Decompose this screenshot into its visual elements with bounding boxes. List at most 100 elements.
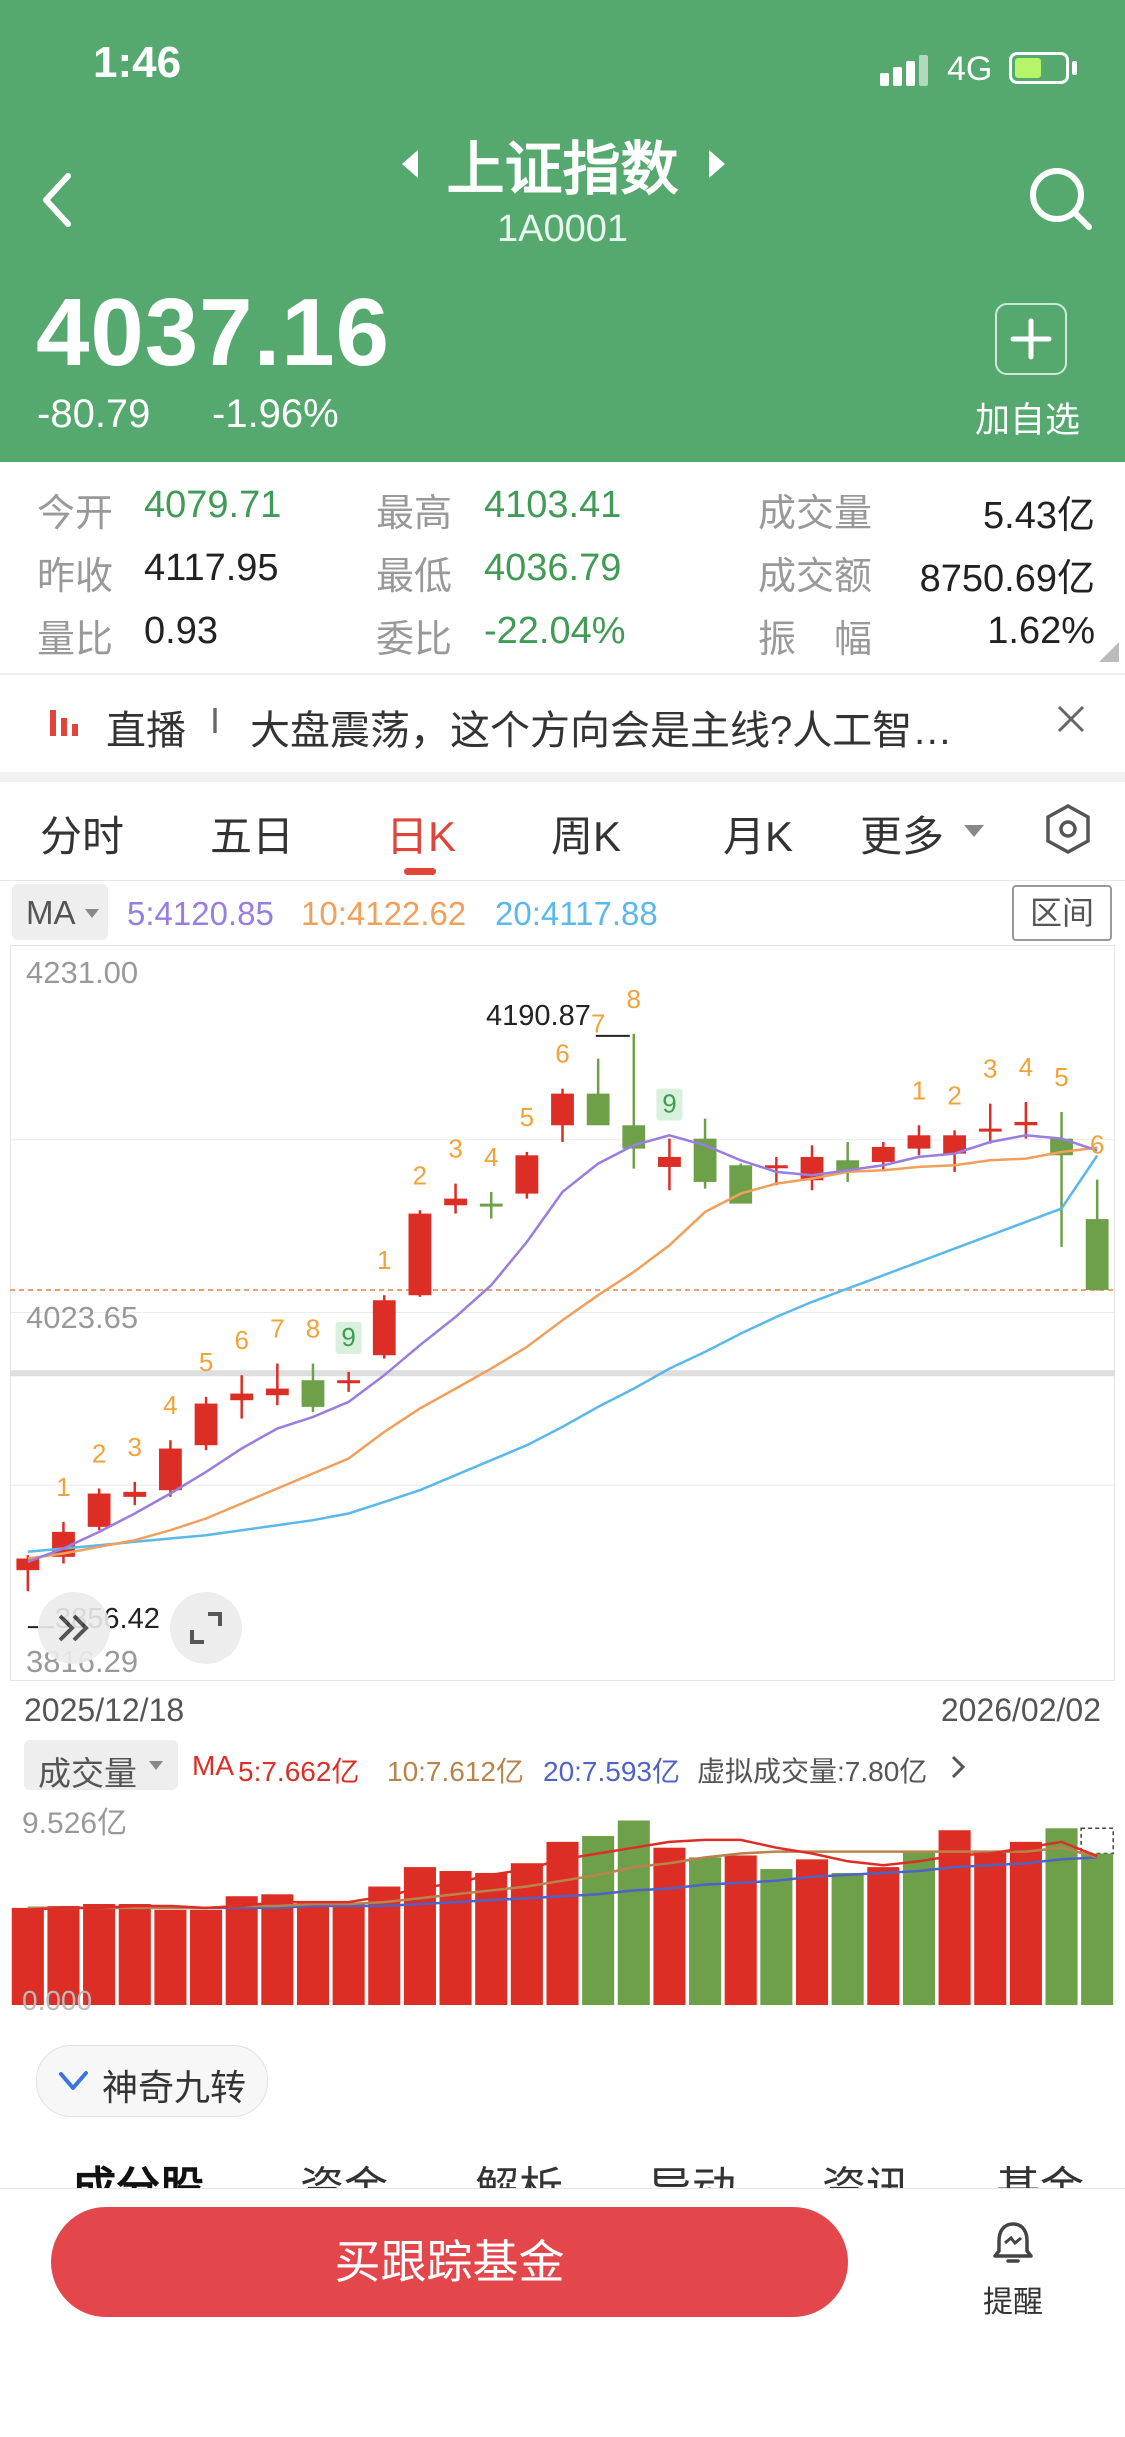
status-time: 1:46 [93,38,182,87]
kline-chart[interactable]: 12 3456 7 8 9123 456789 1 23 4 56 [10,945,1115,1681]
ma10-line [27,1146,1098,1560]
signal-icon-bar [893,67,902,86]
stat-value-amplitude: 1.62% [987,610,1095,652]
volume-bar [1045,1828,1078,2005]
live-banner[interactable]: 直播 I 大盘震荡，这个方向会是主线?人工智… [0,676,1125,770]
volume-bar [154,1909,187,2005]
tab-monthly-k[interactable]: 月K [723,803,793,864]
volume-bar [1009,1841,1042,2005]
add-watchlist-button[interactable] [995,303,1067,375]
magic-nine-button[interactable]: 神奇九转 [36,2045,268,2117]
volume-bar [760,1869,793,2005]
ma5-line [27,1134,1098,1563]
candle-body [764,1165,788,1169]
battery-tip [1072,61,1077,75]
remind-label[interactable]: 提醒 [983,2277,1043,2321]
highlight-band [10,1370,1115,1377]
sub-tab-movement[interactable]: 异动 [648,2152,736,2188]
candle-body [408,1213,432,1296]
sub-tab-fund[interactable]: 基金 [996,2152,1084,2188]
volume-bar [689,1857,722,2005]
tab-weekly-k[interactable]: 周K [551,803,621,864]
stat-label-amount: 成交额 [758,556,873,598]
candle-body [194,1403,218,1446]
volume-bar [296,1902,330,2005]
vol-ma-label: MA [192,1750,234,1781]
x-label-end: 2026/02/02 [940,1692,1101,1728]
signal-icon-bar [906,61,915,86]
plus-icon [1010,318,1052,360]
live-separator: I [210,700,221,741]
candle-body [551,1093,574,1126]
stat-label-prev-close: 昨收 [37,556,114,598]
bell-icon[interactable] [991,2219,1035,2265]
sub-tabs: 成分股 资金 解析 异动 资讯 基金 [0,2140,1125,2188]
nine-turn-mark: 3 [448,1134,462,1164]
stat-value-commit-ratio: -22.04% [484,610,626,652]
range-button[interactable]: 区间 [1012,885,1112,941]
search-icon[interactable] [1027,165,1097,235]
volume-bar [118,1904,151,2005]
expand-corner-icon[interactable] [1097,640,1121,664]
chevron-down-icon [964,825,984,837]
vol-y-top: 9.526亿 [22,1807,128,1840]
candle-body [123,1491,147,1497]
signal-icon-bar [919,55,928,86]
candle-body [978,1128,1002,1132]
tab-minute[interactable]: 分时 [40,803,124,864]
ma-selector-label: MA [26,894,76,931]
vol-y-bottom: 0.000 [22,1985,93,2016]
nine-turn-mark: 2 [92,1439,106,1469]
candle-body [1014,1121,1038,1126]
sub-tab-news[interactable]: 资讯 [822,2152,910,2188]
stat-value-vol-ratio: 0.93 [144,610,218,652]
sub-tab-analysis[interactable]: 解析 [475,2152,563,2188]
volume-bar [546,1841,579,2005]
sub-tab-constituents[interactable]: 成分股 [72,2152,204,2188]
volume-chart[interactable] [10,1780,1115,2025]
stat-label-commit-ratio: 委比 [376,619,453,661]
sub-tab-funds-flow[interactable]: 资金 [300,2152,388,2188]
candle-body [586,1093,610,1126]
add-watchlist-label[interactable]: 加自选 [975,392,1080,443]
buy-fund-button[interactable]: 买跟踪基金 [51,2207,848,2317]
index-title: 上证指数 [446,137,679,202]
candle-body [1085,1219,1109,1290]
zigzag-icon [59,2071,88,2090]
stat-value-prev-close: 4117.95 [144,547,279,589]
nine-turn-mark: 3 [128,1432,142,1462]
candle-body [907,1135,931,1149]
nine-turn-mark: 8 [627,984,641,1014]
signal-icon-bar [880,73,889,86]
nine-turn-mark: 1 [377,1245,391,1275]
nine-turn-mark: 6 [234,1325,248,1355]
active-tab-indicator [404,868,436,875]
close-icon[interactable] [1055,703,1087,735]
stat-value-amount: 8750.69亿 [919,558,1095,600]
volume-bar [867,1867,900,2005]
tab-daily-k[interactable]: 日K [386,803,456,864]
nine-turn-mark: 4 [484,1142,498,1172]
tab-more[interactable]: 更多 [860,803,944,864]
volume-bar [653,1847,686,2005]
nine-turn-mark: 6 [1090,1130,1104,1160]
fullscreen-button[interactable] [170,1592,242,1664]
candle-body [87,1493,111,1527]
ma-selector[interactable]: MA [12,884,108,940]
candle-body [871,1146,895,1162]
stat-value-low: 4036.79 [484,547,622,589]
volume-bar [582,1836,615,2005]
tab-five-day[interactable]: 五日 [210,803,294,864]
nine-turn-mark: 5 [199,1347,213,1377]
next-index-icon[interactable] [705,147,729,181]
virtual-volume-outline [1080,1827,1114,1855]
nine-turn-mark: 9 [662,1089,676,1119]
scroll-left-button[interactable] [38,1592,110,1664]
settings-icon[interactable] [1044,803,1092,855]
ma10-value: 10:4122.62 [301,895,467,932]
chevron-down-icon [149,1761,163,1770]
candle-body [479,1203,503,1207]
nine-turn-mark: 1 [912,1075,926,1105]
ma20-value: 20:4117.88 [495,895,658,932]
nine-turn-mark: 4 [1019,1052,1033,1082]
